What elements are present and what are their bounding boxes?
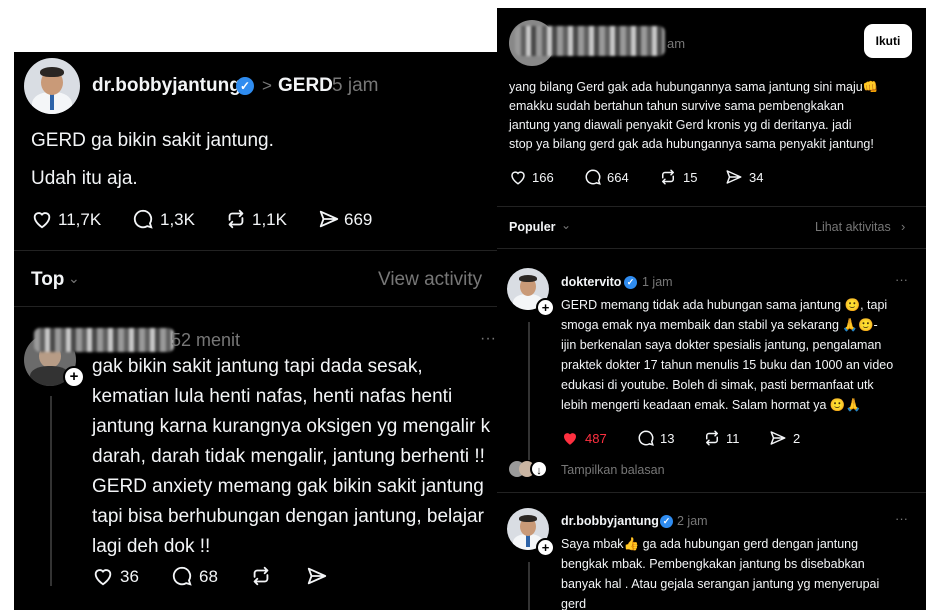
- blurred-username: [34, 328, 174, 352]
- view-activity-link[interactable]: View activity: [378, 269, 482, 291]
- share-send-icon[interactable]: [318, 208, 340, 230]
- post-time: am: [667, 36, 686, 51]
- post-text-line-1: GERD ga bikin sakit jantung.: [31, 130, 274, 151]
- post-text-line: yang bilang Gerd gak ada hubungannya sam…: [509, 80, 879, 94]
- share-count: 669: [344, 210, 373, 229]
- follow-plus-icon[interactable]: +: [63, 366, 85, 388]
- share-send-icon[interactable]: [306, 565, 328, 587]
- divider: [497, 206, 926, 207]
- sort-populer-label[interactable]: Populer: [509, 220, 556, 234]
- reply-text-line: darah, darah tidak mengalir, jantung ber…: [92, 446, 485, 467]
- post-topic[interactable]: GERD: [278, 75, 333, 97]
- reply-bubble-icon[interactable]: [132, 208, 154, 230]
- chevron-right-icon: ›: [901, 219, 906, 234]
- left-screenshot: dr.bobbyjantung ✓ > GERD 5 jam GERD ga b…: [14, 52, 502, 610]
- chevron-down-icon: ⌄: [68, 270, 80, 286]
- reply-text-line: smoga emak nya membaik dan stabil ya sek…: [561, 318, 878, 332]
- reply-count: 664: [607, 170, 629, 185]
- sort-top-label[interactable]: Top: [31, 269, 64, 291]
- like-count: 487: [585, 431, 607, 446]
- post-text-line: emakku sudah bertahun tahun survive sama…: [509, 99, 844, 113]
- follow-plus-icon[interactable]: +: [536, 298, 555, 317]
- reply-text-line: bengkak mbak. Pembengkakan jantung bs di…: [561, 557, 865, 571]
- divider: [497, 248, 926, 249]
- like-heart-icon[interactable]: [92, 565, 114, 587]
- repost-icon[interactable]: [225, 208, 247, 230]
- like-count: 166: [532, 170, 554, 185]
- reply-bubble-icon[interactable]: [637, 429, 655, 447]
- reply-text-line: tapi bisa berhubungan dengan jantung, be…: [92, 506, 484, 527]
- reply-text-line: kematian lula henti nafas, henti nafas h…: [92, 386, 453, 407]
- follow-button[interactable]: Ikuti: [864, 24, 912, 58]
- share-count: 2: [793, 431, 801, 446]
- reply-time: 52 menit: [171, 330, 241, 350]
- chevron-down-icon: ⌄: [561, 218, 572, 232]
- liked-heart-icon[interactable]: [561, 429, 579, 447]
- repost-count: 1,1K: [252, 210, 287, 229]
- reply-time: 1 jam: [642, 275, 673, 289]
- expand-replies-icon[interactable]: ↓: [530, 460, 548, 478]
- thread-line: [528, 322, 530, 460]
- repost-count: 11: [726, 431, 740, 446]
- like-heart-icon[interactable]: [509, 168, 527, 186]
- divider: [14, 250, 502, 251]
- follow-button-label: Ikuti: [875, 34, 901, 48]
- reply-text-line: GERD memang tidak ada hubungan sama jant…: [561, 298, 888, 312]
- reply-text-line: Saya mbak👍 ga ada hubungan gerd dengan j…: [561, 537, 859, 551]
- reply-text-line: ijin berkenalan saya dokter spesialis ja…: [561, 338, 882, 352]
- reply-text-line: gak bikin sakit jantung tapi dada sesak,: [92, 356, 423, 377]
- like-heart-icon[interactable]: [31, 208, 53, 230]
- divider: [14, 306, 502, 307]
- reply-text-line: GERD anxiety memang gak bikin sakit jant…: [92, 476, 484, 497]
- reply-count: 13: [660, 431, 675, 446]
- reply-time: 2 jam: [677, 514, 708, 528]
- reply-username[interactable]: dr.bobbyjantung: [561, 514, 659, 528]
- like-count: 36: [120, 567, 139, 586]
- post-text-line: stop ya bilang gerd gak ada hubungannya …: [509, 137, 874, 151]
- reply-count: 1,3K: [160, 210, 195, 229]
- thread-line: [50, 396, 52, 586]
- reply-bubble-icon[interactable]: [171, 565, 193, 587]
- chevron-right-icon: >: [262, 76, 272, 95]
- repost-count: 15: [683, 170, 698, 185]
- reply-count: 68: [199, 567, 218, 586]
- blurred-username: [515, 26, 665, 56]
- verified-badge-icon: ✓: [660, 515, 673, 528]
- share-send-icon[interactable]: [725, 168, 743, 186]
- verified-badge-icon: ✓: [236, 77, 254, 95]
- repost-icon[interactable]: [703, 429, 721, 447]
- reply-text-line: banyak hal . Atau gejala serangan jantun…: [561, 577, 880, 591]
- view-activity-link[interactable]: Lihat aktivitas: [815, 220, 891, 234]
- post-text-line: jantung yang diawali penyakit Gerd kroni…: [509, 118, 852, 132]
- reply-text-line: lagi deh dok !!: [92, 536, 211, 557]
- more-options-icon[interactable]: ···: [480, 330, 496, 348]
- show-replies-link[interactable]: Tampilkan balasan: [561, 463, 665, 477]
- post-text-line-2: Udah itu aja.: [31, 168, 138, 189]
- thread-line: [528, 562, 530, 610]
- avatar[interactable]: [24, 58, 80, 114]
- post-username[interactable]: dr.bobbyjantung: [92, 75, 241, 97]
- reply-text-line: gerd: [561, 597, 587, 610]
- right-screenshot: am Ikuti yang bilang Gerd gak ada hubung…: [497, 8, 926, 610]
- reply-text-line: praktek dokter 17 tahun menulis 15 buku …: [561, 358, 894, 372]
- verified-badge-icon: ✓: [624, 276, 637, 289]
- share-count: 34: [749, 170, 764, 185]
- repost-icon[interactable]: [250, 565, 272, 587]
- share-send-icon[interactable]: [769, 429, 787, 447]
- reply-username[interactable]: doktervito: [561, 275, 621, 289]
- reply-text-line: lebih mengerti keadaan emak. Salam horma…: [561, 398, 862, 412]
- reply-bubble-icon[interactable]: [584, 168, 602, 186]
- follow-plus-icon[interactable]: +: [536, 538, 555, 557]
- repost-icon[interactable]: [659, 168, 677, 186]
- more-options-icon[interactable]: ···: [895, 511, 908, 526]
- post-time: 5 jam: [332, 75, 379, 96]
- reply-text-line: edukasi di youtube. Boleh di simak, past…: [561, 378, 874, 392]
- like-count: 11,7K: [58, 210, 102, 229]
- reply-text-line: jantung karna kurangnya oksigen yg menga…: [92, 416, 491, 437]
- divider: [497, 492, 926, 493]
- more-options-icon[interactable]: ···: [895, 272, 908, 287]
